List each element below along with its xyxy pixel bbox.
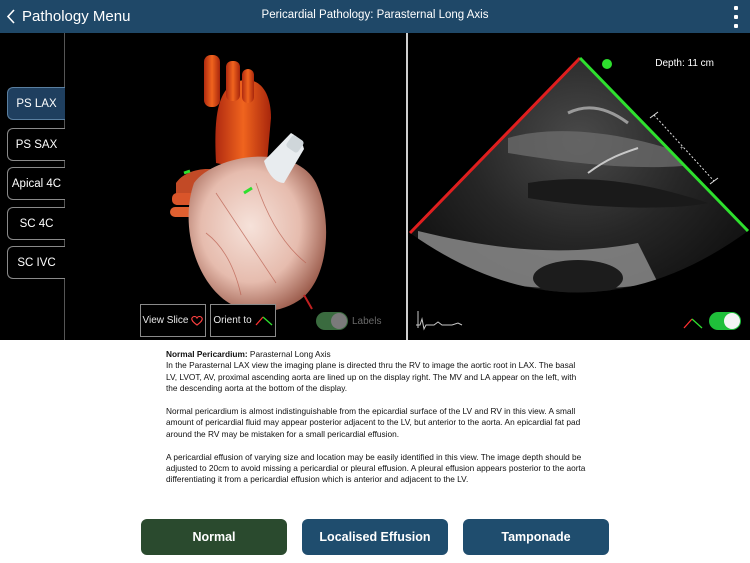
- toggle-knob: [331, 313, 347, 329]
- orientation-marker: [602, 59, 612, 69]
- description-paragraph-1: In the Parasternal LAX view the imaging …: [166, 360, 577, 394]
- tab-label: SC IVC: [17, 256, 56, 269]
- back-button-label: Pathology Menu: [22, 8, 131, 25]
- top-nav-bar: Pathology Menu Pericardial Pathology: Pa…: [0, 0, 750, 33]
- tab-sc-ivc[interactable]: SC IVC: [7, 246, 65, 279]
- tab-label: PS LAX: [16, 97, 57, 110]
- orient-to-label: Orient to: [213, 315, 252, 326]
- heart-model-pane[interactable]: View Slice Orient to Labels: [66, 33, 406, 340]
- chevron-left-icon: [6, 9, 15, 24]
- tamponade-button[interactable]: Tamponade: [463, 519, 609, 555]
- tab-label: Apical 4C: [11, 177, 62, 190]
- description-heading: Normal Pericardium:: [166, 349, 248, 359]
- description-paragraph-3: A pericardial effusion of varying size a…: [166, 451, 586, 485]
- tab-label: PS SAX: [15, 138, 58, 151]
- back-button[interactable]: Pathology Menu: [6, 4, 130, 29]
- svg-text:+: +: [680, 146, 684, 152]
- tab-label: SC 4C: [19, 217, 54, 230]
- tamponade-button-label: Tamponade: [501, 530, 571, 544]
- page-title: Pericardial Pathology: Parasternal Long …: [261, 9, 489, 21]
- labels-toggle[interactable]: [316, 312, 348, 330]
- viewer-area: PS LAX PS SAX Apical 4C SC 4C SC IVC Vie…: [0, 33, 750, 340]
- localised-effusion-button-label: Localised Effusion: [319, 530, 431, 544]
- ecg-trace: [416, 317, 463, 331]
- heart-model-image: [170, 55, 327, 312]
- echo-ultrasound-image: +: [408, 56, 750, 331]
- view-slice-label: View Slice: [142, 315, 189, 326]
- description-text: Normal Pericardium: Parasternal Long Axi…: [166, 349, 586, 497]
- labels-toggle-label: Labels: [352, 316, 382, 327]
- description-heading-rest: Parasternal Long Axis: [247, 349, 331, 359]
- tab-ps-sax[interactable]: PS SAX: [7, 128, 65, 161]
- sector-icon: [683, 318, 693, 329]
- tab-apical-4c[interactable]: Apical 4C: [7, 167, 65, 200]
- description-paragraph-2: Normal pericardium is almost indistingui…: [166, 406, 581, 439]
- localised-effusion-button[interactable]: Localised Effusion: [302, 519, 448, 555]
- view-slice-button[interactable]: View Slice: [140, 304, 206, 337]
- depth-readout: Depth: 11 cm: [655, 58, 714, 69]
- orient-to-button[interactable]: Orient to: [210, 304, 276, 337]
- tab-ps-lax[interactable]: PS LAX: [7, 87, 65, 120]
- sector-toggle[interactable]: [709, 312, 741, 330]
- echo-image-pane[interactable]: + Depth: 11 cm: [408, 33, 750, 340]
- heart-icon: [191, 315, 204, 326]
- toggle-knob: [724, 313, 740, 329]
- sector-orient-icon: [255, 316, 273, 325]
- tab-sc-4c[interactable]: SC 4C: [7, 207, 65, 240]
- view-sidebar: PS LAX PS SAX Apical 4C SC 4C SC IVC: [0, 33, 65, 340]
- normal-button-label: Normal: [192, 530, 236, 544]
- normal-button[interactable]: Normal: [141, 519, 287, 555]
- kebab-menu-icon[interactable]: [732, 6, 740, 28]
